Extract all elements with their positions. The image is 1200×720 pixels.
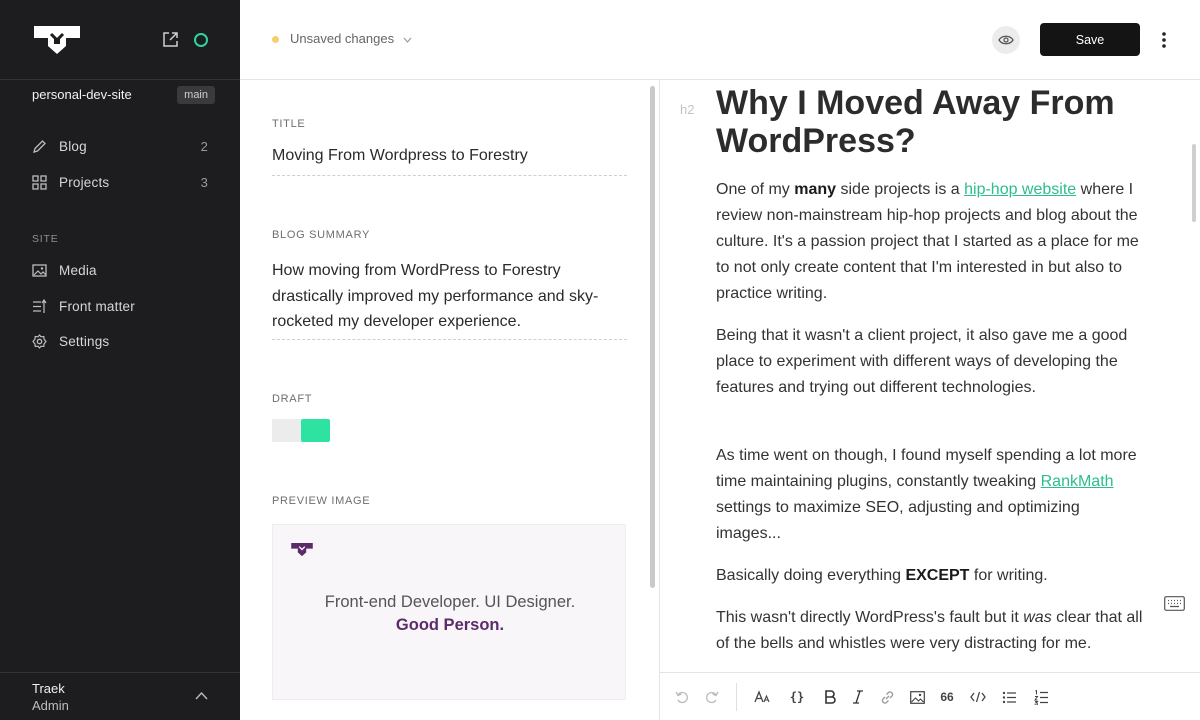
inline-code-button[interactable] <box>970 689 986 705</box>
content-editor[interactable]: h2 Why I Moved Away From WordPress? One … <box>660 80 1200 672</box>
preview-button[interactable] <box>992 26 1020 54</box>
italic-icon <box>853 690 863 704</box>
numbered-list-icon <box>1033 689 1048 705</box>
sidebar: personal-dev-site main Blog 2 Projects 3… <box>0 0 240 720</box>
front-matter-form: TITLE Moving From Wordpress to Forestry … <box>240 80 660 720</box>
numbered-list-button[interactable] <box>1033 689 1049 705</box>
bullet-list-icon <box>1002 691 1016 703</box>
link-button[interactable] <box>879 689 895 705</box>
preview-image-label: PREVIEW IMAGE <box>272 495 371 507</box>
toggle-knob <box>301 419 330 442</box>
sidebar-item-projects[interactable]: Projects 3 <box>32 171 208 193</box>
form-scrollbar[interactable] <box>650 86 655 588</box>
redo-button[interactable] <box>704 689 720 705</box>
pencil-icon <box>33 139 46 153</box>
user-role: Admin <box>32 698 69 713</box>
sidebar-header <box>0 0 240 80</box>
paragraph-5[interactable]: This wasn't directly WordPress's fault b… <box>716 605 1146 657</box>
paragraph-1[interactable]: One of my many side projects is a hip-ho… <box>716 177 1146 307</box>
unsaved-changes-label[interactable]: Unsaved changes <box>290 31 394 46</box>
keyboard-icon[interactable] <box>1164 596 1185 611</box>
sidebar-item-front-matter[interactable]: Front matter <box>32 295 208 317</box>
image-button[interactable] <box>909 689 925 705</box>
bullet-list-button[interactable] <box>1001 689 1017 705</box>
toggle-track <box>272 419 301 442</box>
text-size-icon <box>754 690 770 703</box>
rankmath-link[interactable]: RankMath <box>1041 473 1114 490</box>
unsaved-indicator <box>272 36 279 43</box>
sidebar-item-label: Front matter <box>59 298 135 314</box>
logo-icon <box>291 542 313 557</box>
user-menu[interactable]: Traek Admin <box>0 672 240 720</box>
undo-icon <box>675 691 688 704</box>
preview-tagline-accent: Good Person. <box>395 616 505 634</box>
sidebar-item-count: 3 <box>200 174 208 190</box>
hip-hop-link[interactable]: hip-hop website <box>964 181 1076 198</box>
image-icon <box>32 263 47 277</box>
user-name: Traek <box>32 681 65 696</box>
paragraph-3[interactable]: As time went on though, I found myself s… <box>716 443 1146 547</box>
title-label: TITLE <box>272 118 306 130</box>
undo-button[interactable] <box>674 689 690 705</box>
editor-toolbar: {} 66 <box>660 672 1200 720</box>
summary-textarea[interactable]: How moving from WordPress to Forestry dr… <box>272 258 627 340</box>
site-selector[interactable]: personal-dev-site main <box>32 86 216 106</box>
top-bar: Unsaved changes Save <box>240 0 1200 80</box>
gear-icon <box>32 333 47 349</box>
chevron-up-icon[interactable] <box>195 691 208 700</box>
code-block-icon: {} <box>789 690 805 704</box>
draft-label: DRAFT <box>272 393 313 405</box>
sliders-icon <box>33 298 47 313</box>
quote-button[interactable]: 66 <box>939 689 955 705</box>
more-options-icon[interactable] <box>1158 30 1170 50</box>
code-block-button[interactable]: {} <box>789 689 805 705</box>
logo-icon[interactable] <box>32 24 82 56</box>
block-type-tag: h2 <box>680 102 695 117</box>
sidebar-item-media[interactable]: Media <box>32 259 208 281</box>
site-name: personal-dev-site <box>32 87 132 102</box>
quote-icon: 66 <box>940 690 954 704</box>
redo-icon <box>706 691 719 704</box>
content-heading[interactable]: Why I Moved Away From WordPress? <box>716 84 1156 160</box>
preview-tagline: Front-end Developer. UI Designer. <box>324 593 576 611</box>
italic-button[interactable] <box>850 689 866 705</box>
title-input[interactable]: Moving From Wordpress to Forestry <box>272 145 627 176</box>
grid-icon <box>32 174 47 190</box>
external-link-icon[interactable] <box>162 31 179 48</box>
save-button[interactable]: Save <box>1040 23 1140 56</box>
toolbar-divider <box>736 683 737 711</box>
preview-image[interactable]: Front-end Developer. UI Designer. Good P… <box>272 524 626 700</box>
paragraph-4[interactable]: Basically doing everything EXCEPT for wr… <box>716 563 1146 589</box>
image-icon <box>909 690 925 704</box>
draft-toggle[interactable] <box>272 419 330 442</box>
sidebar-item-label: Settings <box>59 333 110 349</box>
sidebar-item-label: Projects <box>59 174 110 190</box>
branch-badge[interactable]: main <box>177 86 215 104</box>
chevron-down-icon[interactable] <box>403 37 412 43</box>
code-icon <box>970 691 986 703</box>
bold-button[interactable] <box>822 689 838 705</box>
text-size-button[interactable] <box>754 689 770 705</box>
link-icon <box>881 690 893 704</box>
sidebar-item-settings[interactable]: Settings <box>32 330 208 352</box>
editor-scrollbar[interactable] <box>1192 144 1196 222</box>
sidebar-item-count: 2 <box>200 138 208 154</box>
sidebar-item-blog[interactable]: Blog 2 <box>32 135 208 157</box>
section-label-site: SITE <box>32 233 59 245</box>
sidebar-item-label: Media <box>59 262 97 278</box>
bold-icon <box>825 690 836 704</box>
paragraph-2[interactable]: Being that it wasn't a client project, i… <box>716 323 1146 401</box>
summary-label: BLOG SUMMARY <box>272 229 371 241</box>
sidebar-item-label: Blog <box>59 138 87 154</box>
sync-status-icon[interactable] <box>194 33 208 47</box>
eye-icon <box>998 35 1014 45</box>
